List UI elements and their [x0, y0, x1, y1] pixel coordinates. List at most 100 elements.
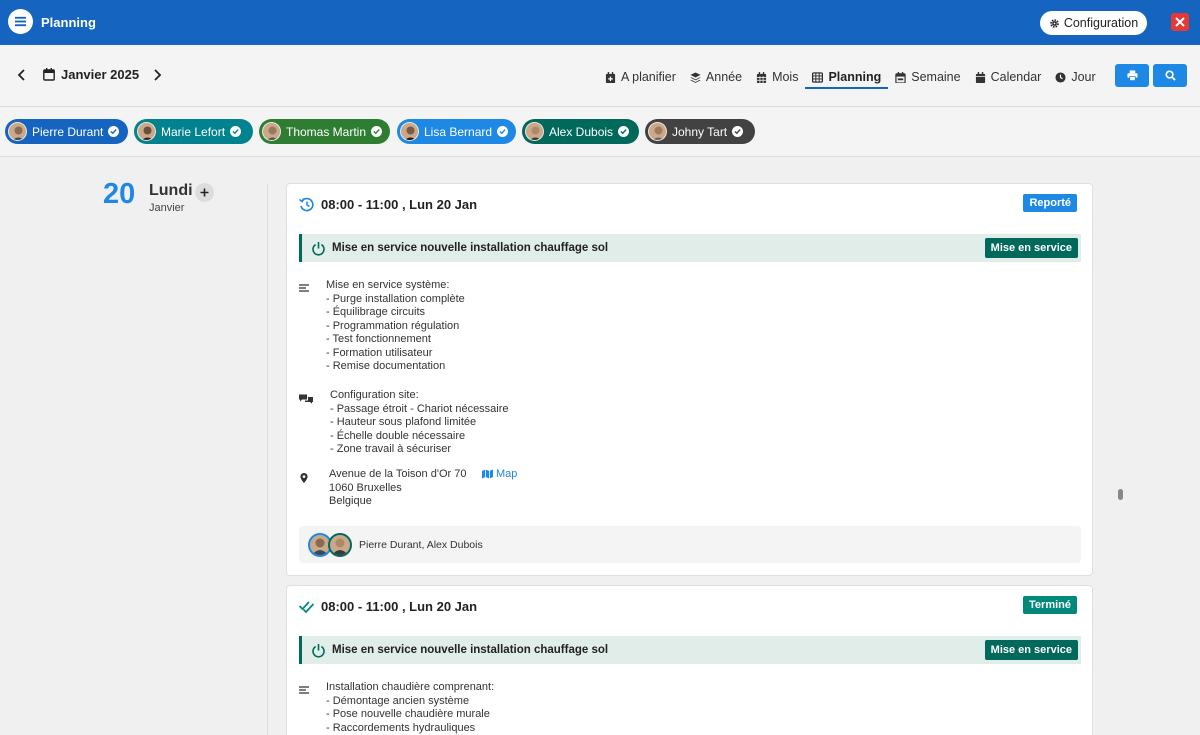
notes-section: Configuration site: - Passage étroit - C…	[299, 389, 509, 457]
chevron-right-icon	[154, 69, 162, 81]
planning-content: 20 Lundi Janvier 08:00 - 11:00 , Lun 20 …	[0, 158, 1200, 735]
technician-chip[interactable]: Lisa Bernard	[397, 119, 516, 144]
map-icon	[482, 469, 493, 479]
address-section: Avenue de la Toison d'Or 70 1060 Bruxell…	[299, 468, 466, 509]
calendar-grid-icon	[756, 71, 767, 83]
check-icon	[497, 126, 509, 137]
view-mois[interactable]: Mois	[749, 67, 805, 87]
hamburger-icon	[14, 16, 27, 27]
status-badge: Reporté	[1023, 194, 1077, 212]
view-label: Planning	[828, 70, 882, 84]
technician-chip[interactable]: Thomas Martin	[259, 119, 390, 144]
technician-name: Thomas Martin	[286, 124, 367, 139]
technician-chip[interactable]: Marie Lefort	[134, 119, 253, 144]
view-label: A planifier	[621, 70, 676, 84]
check-icon	[618, 126, 630, 137]
calendar-icon	[43, 68, 55, 81]
month-picker[interactable]: Janvier 2025	[43, 67, 139, 82]
gear-icon	[1050, 18, 1059, 28]
avatar	[137, 122, 156, 141]
map-label: Map	[496, 468, 518, 480]
align-left-icon	[299, 683, 309, 694]
status-badge: Terminé	[1023, 596, 1077, 614]
job-title: Mise en service nouvelle installation ch…	[332, 644, 609, 656]
calendar-week-icon	[895, 71, 906, 83]
check-icon	[230, 126, 242, 137]
event-card[interactable]: 08:00 - 11:00 , Lun 20 Jan Reporté Mise …	[286, 183, 1093, 576]
technician-name: Pierre Durant	[32, 124, 104, 139]
align-left-icon	[299, 281, 309, 292]
next-month-button[interactable]	[150, 68, 164, 82]
technician-name: Alex Dubois	[549, 124, 614, 139]
job-type-badge: Mise en service	[984, 640, 1078, 660]
assignee-names: Pierre Durant, Alex Dubois	[359, 538, 483, 551]
divider	[267, 184, 268, 735]
search-button[interactable]	[1153, 64, 1187, 87]
technician-chip[interactable]: Johny Tart	[645, 119, 755, 144]
power-icon	[312, 643, 325, 657]
avatar	[525, 122, 544, 141]
assignees-bar: Pierre Durant, Alex Dubois	[299, 526, 1081, 563]
address-text: Avenue de la Toison d'Or 70 1060 Bruxell…	[329, 468, 467, 507]
print-button[interactable]	[1115, 64, 1149, 87]
view-calendar[interactable]: Calendar	[968, 67, 1049, 87]
technician-name: Lisa Bernard	[424, 124, 493, 139]
calendar-toolbar: Janvier 2025 A planifier Année Mois Plan…	[0, 45, 1200, 107]
view-a-planifier[interactable]: A planifier	[598, 67, 683, 87]
technician-name: Johny Tart	[672, 124, 728, 139]
double-check-icon	[299, 601, 314, 614]
technician-name: Marie Lefort	[161, 124, 226, 139]
event-card[interactable]: 08:00 - 11:00 , Lun 20 Jan Terminé Mise …	[286, 585, 1093, 735]
table-icon	[812, 71, 824, 83]
avatar	[8, 122, 27, 141]
assignee-avatars	[308, 532, 352, 557]
calendar-plus-icon	[605, 71, 616, 83]
job-title: Mise en service nouvelle installation ch…	[332, 242, 609, 254]
view-label: Mois	[772, 70, 799, 84]
view-label: Année	[705, 70, 743, 84]
comments-icon	[299, 391, 313, 404]
map-marker-icon	[299, 470, 309, 483]
event-time: 08:00 - 11:00 , Lun 20 Jan	[299, 599, 477, 614]
event-time-text: 08:00 - 11:00 , Lun 20 Jan	[321, 197, 478, 212]
close-button[interactable]	[1171, 13, 1189, 31]
avatar	[328, 532, 352, 557]
description-text: Installation chaudière comprenant: - Dém…	[326, 681, 495, 734]
previous-month-button[interactable]	[15, 68, 29, 82]
printer-icon	[1126, 70, 1138, 81]
job-title-bar: Mise en service nouvelle installation ch…	[299, 234, 1081, 262]
power-icon	[312, 241, 325, 255]
configuration-button[interactable]: Configuration	[1040, 11, 1147, 35]
event-time: 08:00 - 11:00 , Lun 20 Jan	[299, 197, 477, 212]
view-semaine[interactable]: Semaine	[888, 67, 967, 87]
layers-icon	[690, 71, 701, 83]
top-app-bar: Planning Configuration	[0, 0, 1200, 45]
technician-chip[interactable]: Alex Dubois	[522, 119, 639, 144]
job-type-badge: Mise en service	[984, 238, 1078, 258]
plus-icon	[200, 188, 209, 197]
view-planning[interactable]: Planning	[805, 67, 889, 89]
event-time-text: 08:00 - 11:00 , Lun 20 Jan	[321, 599, 478, 614]
map-link[interactable]: Map	[482, 468, 517, 480]
scrollbar-thumb[interactable]	[1118, 489, 1123, 500]
check-icon	[371, 126, 383, 137]
avatar	[400, 122, 419, 141]
description-text: Mise en service système: - Purge install…	[326, 279, 465, 372]
search-icon	[1164, 70, 1176, 81]
technician-chip[interactable]: Pierre Durant	[5, 119, 128, 144]
history-icon	[299, 197, 314, 212]
day-number: 20	[103, 178, 136, 210]
view-label: Semaine	[911, 70, 961, 84]
menu-button[interactable]	[8, 9, 33, 34]
add-event-button[interactable]	[195, 183, 214, 202]
view-switcher: A planifier Année Mois Planning Semaine …	[598, 67, 1103, 89]
view-jour[interactable]: Jour	[1048, 67, 1102, 87]
chevron-left-icon	[17, 69, 25, 81]
calendar-icon	[975, 71, 985, 83]
view-annee[interactable]: Année	[683, 67, 749, 87]
avatar	[262, 122, 281, 141]
month-label: Janvier 2025	[61, 67, 140, 82]
clock-icon	[1055, 71, 1066, 83]
job-title-bar: Mise en service nouvelle installation ch…	[299, 636, 1081, 664]
notes-text: Configuration site: - Passage étroit - C…	[330, 389, 509, 455]
